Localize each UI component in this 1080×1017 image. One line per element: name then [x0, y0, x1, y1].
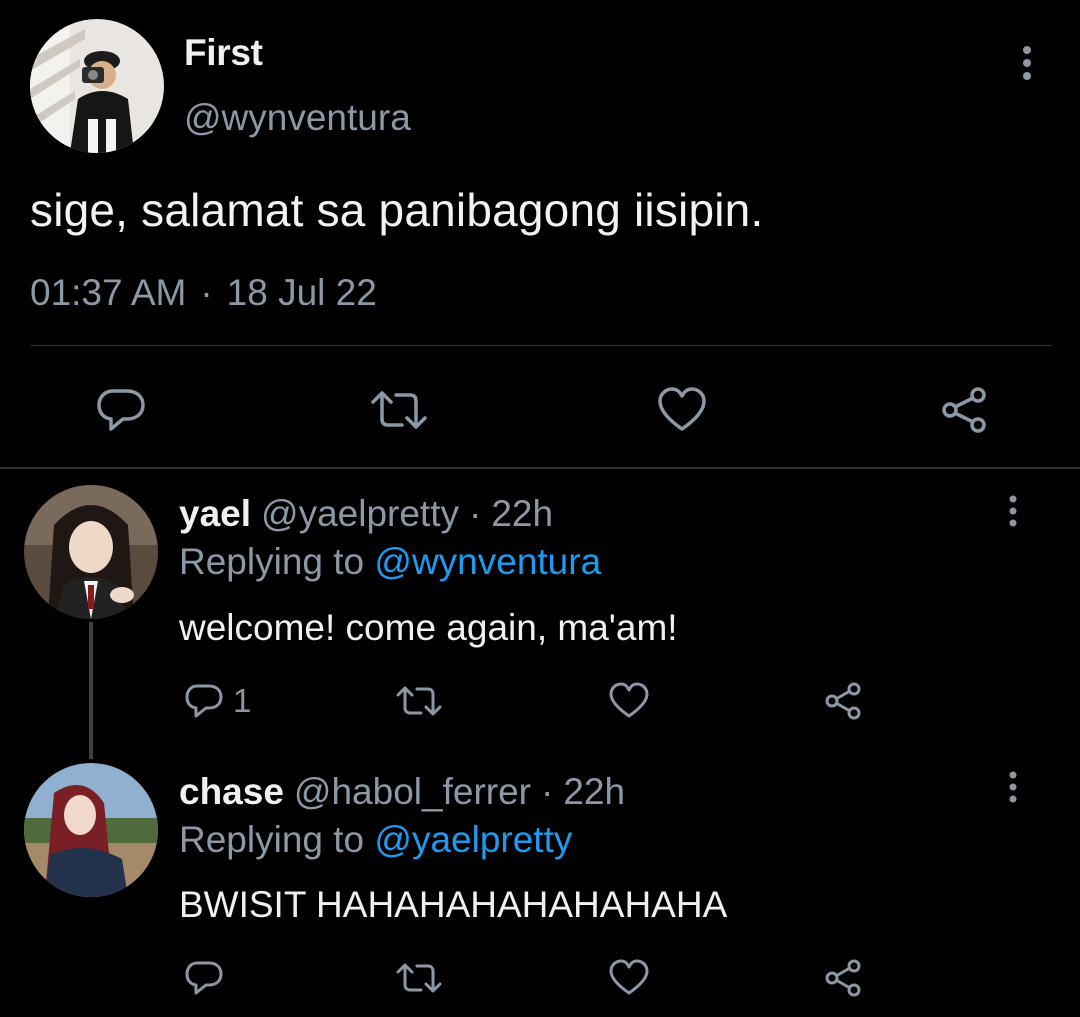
reply-author-avatar[interactable]: [24, 763, 158, 897]
reply-author-avatar[interactable]: [24, 485, 158, 619]
share-icon: [825, 682, 861, 720]
replying-to-label: Replying to: [179, 819, 365, 860]
reply-text: welcome! come again, ma'am!: [179, 607, 678, 648]
retweet-icon: [371, 391, 427, 429]
like-button[interactable]: [608, 681, 650, 721]
more-options-icon[interactable]: [1012, 42, 1042, 86]
reply-icon: [97, 389, 145, 431]
tweet-date: 18 Jul 22: [226, 272, 377, 313]
tweet-time: 01:37 AM: [30, 272, 187, 313]
retweet-button[interactable]: [394, 958, 444, 998]
reply-count: 1: [233, 682, 252, 719]
reply-author-handle[interactable]: @habol_ferrer: [294, 771, 531, 812]
replying-to-label: Replying to: [179, 541, 365, 582]
replying-to-line: Replying to @wynventura: [179, 541, 601, 583]
meta-separator: ·: [541, 771, 554, 812]
divider: [30, 345, 1052, 346]
heart-icon: [658, 387, 706, 431]
reply-button[interactable]: [95, 385, 147, 435]
reply-icon: [185, 961, 223, 995]
share-button[interactable]: [822, 681, 864, 721]
share-button[interactable]: [938, 385, 990, 435]
retweet-icon: [396, 686, 442, 716]
replying-to-mention[interactable]: @yaelpretty: [374, 819, 572, 860]
main-author-handle[interactable]: @wynventura: [184, 97, 411, 139]
retweet-button[interactable]: [394, 681, 444, 721]
thread-connector-line: [89, 622, 93, 759]
reply-header: yael @yaelpretty · 22h: [179, 493, 553, 535]
main-tweet-text: sige, salamat sa panibagong iisipin.: [30, 184, 764, 236]
reply-time: 22h: [491, 493, 554, 534]
reply-header: chase @habol_ferrer · 22h: [179, 771, 625, 813]
retweet-icon: [396, 963, 442, 993]
share-icon: [825, 959, 861, 997]
reply-text: BWISIT HAHAHAHAHAHAHAHA: [179, 884, 728, 925]
replying-to-mention[interactable]: @wynventura: [374, 541, 601, 582]
reply-icon: [185, 684, 223, 718]
reply-author-name[interactable]: yael: [179, 493, 251, 534]
main-tweet-timestamp: 01:37 AM · 18 Jul 22: [30, 272, 377, 314]
share-icon: [942, 387, 986, 433]
meta-separator: ·: [469, 493, 482, 534]
more-options-icon[interactable]: [1000, 768, 1026, 808]
reply-time: 22h: [563, 771, 626, 812]
heart-icon: [609, 959, 649, 995]
heart-icon: [609, 682, 649, 718]
like-button[interactable]: [656, 385, 708, 435]
like-button[interactable]: [608, 958, 650, 998]
reply-button[interactable]: 1: [183, 681, 251, 721]
replying-to-line: Replying to @yaelpretty: [179, 819, 572, 861]
share-button[interactable]: [822, 958, 864, 998]
reply-button[interactable]: [183, 958, 225, 998]
more-options-icon[interactable]: [1000, 492, 1026, 532]
reply-author-name[interactable]: chase: [179, 771, 284, 812]
reply-author-handle[interactable]: @yaelpretty: [261, 493, 459, 534]
main-author-avatar[interactable]: [30, 19, 164, 153]
main-author-name[interactable]: First: [184, 32, 263, 74]
meta-separator: ·: [200, 272, 213, 313]
section-divider: [0, 467, 1080, 469]
retweet-button[interactable]: [368, 385, 430, 435]
